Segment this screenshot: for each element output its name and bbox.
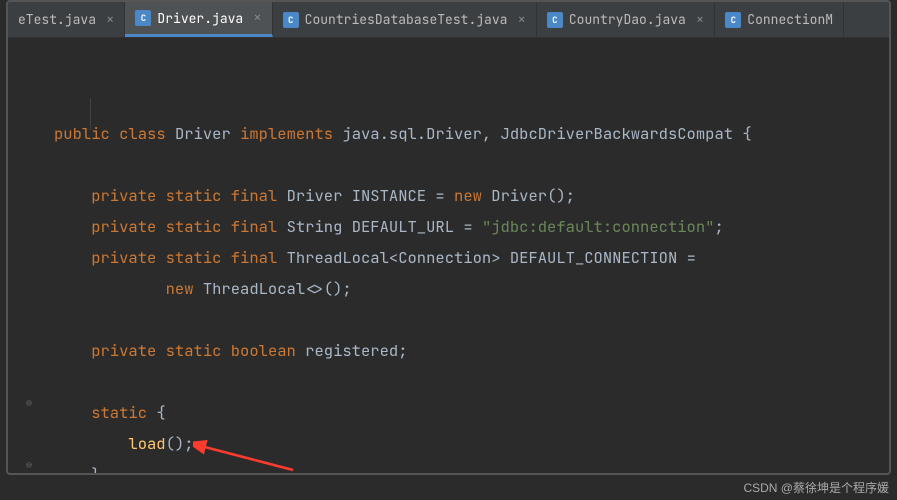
tab-countriesdbtest[interactable]: C CountriesDatabaseTest.java × [273, 2, 537, 37]
code-line: private static boolean registered; [54, 340, 408, 361]
code-line: new ThreadLocal<>(); [54, 278, 352, 299]
tab-label: CountryDao.java [569, 11, 686, 28]
editor-window: eTest.java × C Driver.java × C Countries… [6, 0, 891, 475]
gutter: ⊖ ⊖ [8, 56, 48, 475]
tab-countrydao[interactable]: C CountryDao.java × [537, 2, 715, 37]
tab-bar: eTest.java × C Driver.java × C Countries… [8, 2, 889, 38]
indent-guide [90, 98, 91, 130]
watermark: CSDN @蔡徐坤是个程序媛 [743, 479, 889, 496]
java-class-icon: C [725, 12, 741, 28]
tab-label: eTest.java [18, 11, 96, 28]
code-content: public class Driver implements java.sql.… [48, 56, 752, 475]
code-line: private static final ThreadLocal<Connect… [54, 247, 696, 268]
java-class-icon: C [283, 12, 299, 28]
close-icon[interactable]: × [253, 9, 261, 27]
close-icon[interactable]: × [106, 11, 114, 29]
tab-etest[interactable]: eTest.java × [8, 2, 125, 37]
tab-label: Driver.java [157, 10, 243, 27]
close-icon[interactable]: × [696, 11, 704, 29]
close-icon[interactable]: × [517, 11, 525, 29]
tab-label: CountriesDatabaseTest.java [305, 11, 508, 28]
tab-label: ConnectionM [747, 11, 833, 28]
code-editor[interactable]: ⊖ ⊖ public class Driver implements java.… [8, 38, 889, 475]
code-line: private static final Driver INSTANCE = n… [54, 185, 575, 206]
code-line: static { [54, 402, 166, 423]
tab-connectionm[interactable]: C ConnectionM [715, 2, 844, 37]
java-class-icon: C [135, 10, 151, 26]
fold-close-icon[interactable]: ⊖ [26, 458, 32, 471]
code-line: load(); [54, 433, 194, 454]
code-line: } [54, 464, 101, 475]
code-line: public class Driver implements java.sql.… [54, 123, 752, 144]
code-line: private static final String DEFAULT_URL … [54, 216, 724, 237]
tab-driver[interactable]: C Driver.java × [125, 2, 272, 37]
java-class-icon: C [547, 12, 563, 28]
fold-open-icon[interactable]: ⊖ [26, 396, 32, 409]
